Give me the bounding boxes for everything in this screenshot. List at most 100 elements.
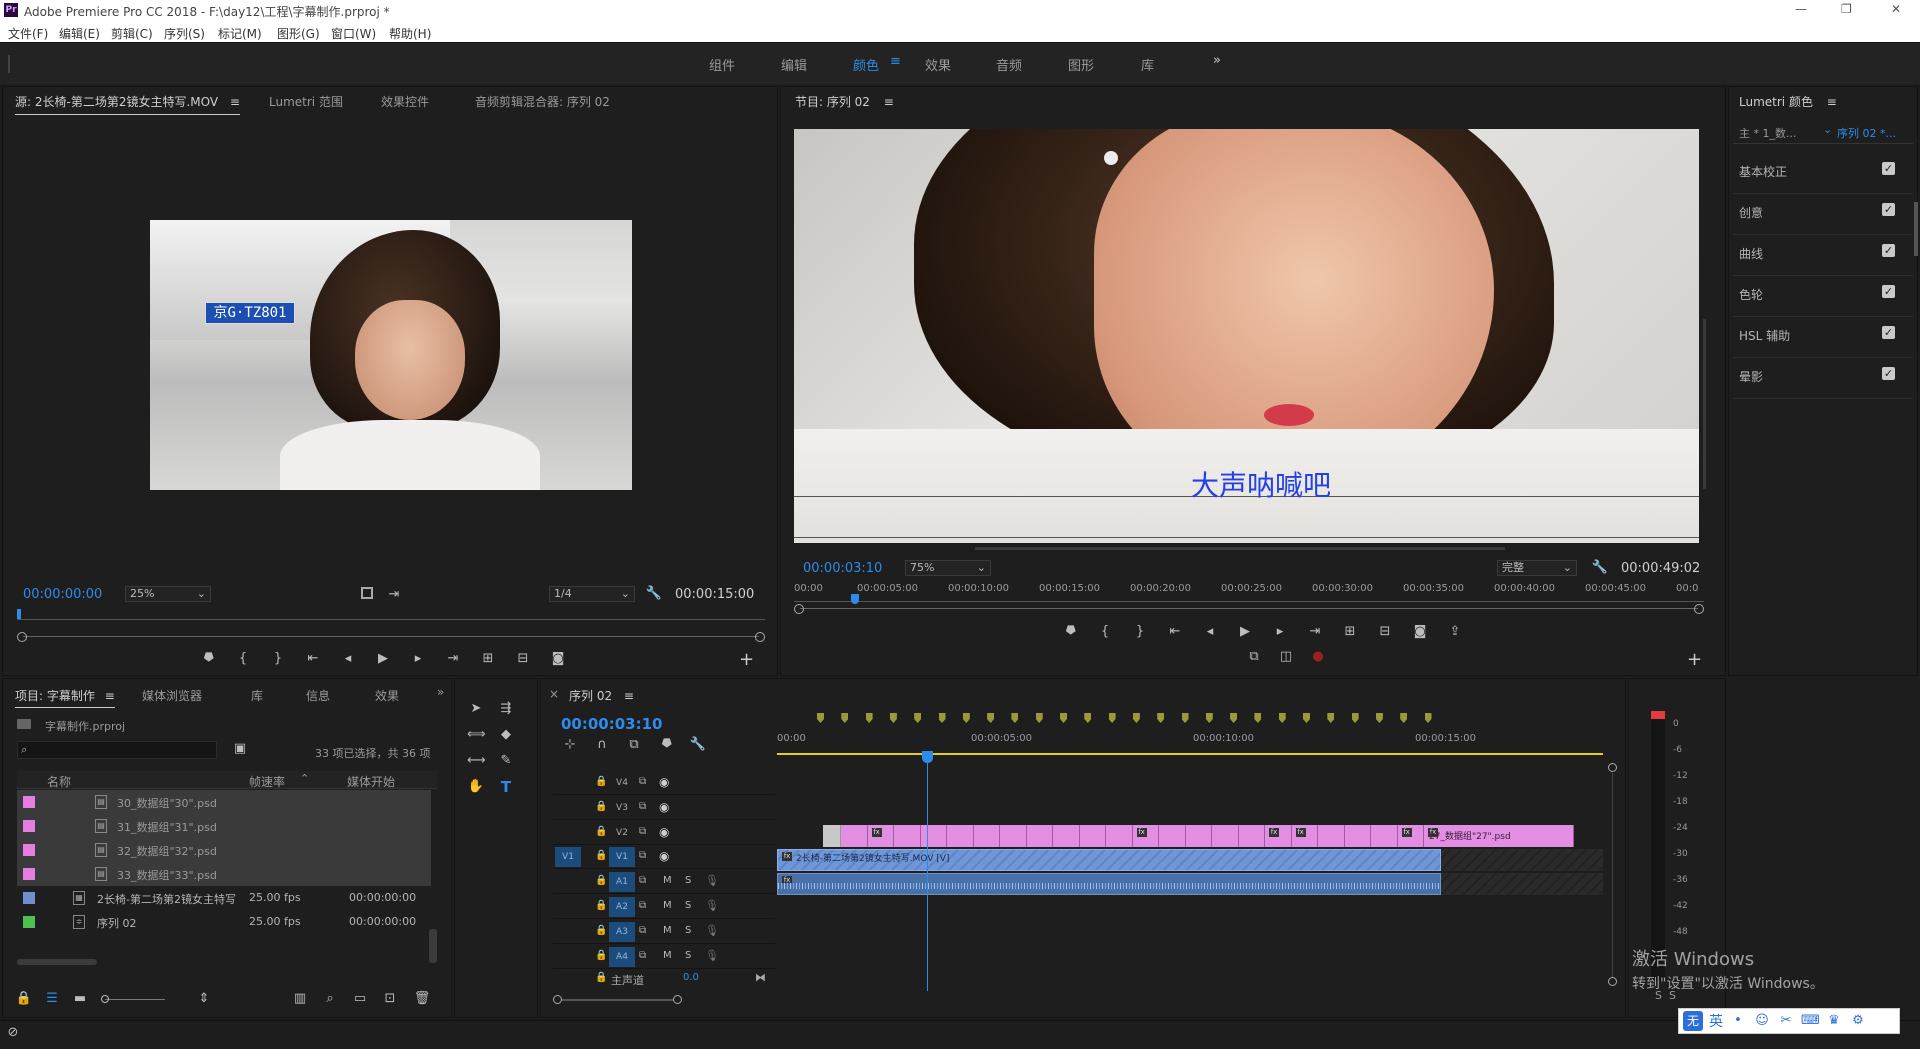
mark-out-icon[interactable]: }: [269, 651, 287, 667]
mark-in-icon[interactable]: {: [1096, 624, 1114, 640]
wrench-icon[interactable]: 🔧: [645, 586, 663, 602]
list-item[interactable]: ▤ 30_数据组"30".psd: [17, 790, 431, 814]
camera-icon[interactable]: ◙: [1411, 624, 1429, 640]
section-checkbox[interactable]: ✓: [1882, 326, 1895, 339]
thumbnail-size-slider[interactable]: [105, 999, 165, 1000]
timeline-marker[interactable]: [987, 713, 995, 723]
workspace-audio[interactable]: 音频: [996, 55, 1022, 74]
solo-button[interactable]: S: [685, 900, 691, 911]
lumetri-section[interactable]: 曲线 ✓: [1729, 235, 1919, 276]
section-checkbox[interactable]: ✓: [1882, 367, 1895, 380]
list-item[interactable]: ▤ 33_数据组"33".psd: [17, 862, 431, 886]
ime-language[interactable]: 英: [1709, 1011, 1723, 1031]
chevron-down-icon[interactable]: ⌄: [1823, 123, 1832, 136]
zoom-handle-right[interactable]: [1694, 604, 1704, 614]
tab-project[interactable]: 项目: 字幕制作 ≡: [15, 687, 115, 708]
microphone-icon[interactable]: 🎙: [705, 924, 719, 937]
mute-button[interactable]: M: [663, 875, 672, 886]
record-icon[interactable]: ●: [1309, 649, 1327, 665]
clear-icon[interactable]: 🗑: [413, 991, 431, 1007]
source-zoom-select[interactable]: 25% ⌄: [125, 586, 211, 602]
microphone-icon[interactable]: 🎙: [705, 874, 719, 887]
play-icon[interactable]: ▶: [1236, 624, 1254, 640]
source-patch-v1[interactable]: V1: [555, 847, 581, 868]
hand-tool-icon[interactable]: ✋: [467, 779, 485, 795]
eye-icon[interactable]: ◉: [659, 849, 669, 863]
lock-icon[interactable]: 🔒: [15, 991, 33, 1007]
sync-lock-icon[interactable]: ⧉: [639, 826, 646, 837]
workspace-menu-icon[interactable]: ≡: [890, 54, 901, 69]
sync-lock-icon[interactable]: ⧉: [639, 776, 646, 787]
sync-lock-icon[interactable]: ⧉: [639, 950, 646, 961]
close-tab-icon[interactable]: ×: [549, 687, 559, 701]
column-name[interactable]: 名称: [47, 773, 71, 790]
tab-effects[interactable]: 效果: [375, 687, 399, 704]
timeline-marker[interactable]: [1375, 713, 1383, 723]
v2-psd-clip[interactable]: [920, 825, 947, 847]
lock-icon[interactable]: 🔒: [595, 950, 607, 961]
camera-icon[interactable]: ◙: [549, 651, 567, 667]
timeline-marker[interactable]: [1327, 713, 1335, 723]
insert-icon[interactable]: ⊞: [479, 651, 497, 667]
label-color-swatch[interactable]: [23, 796, 35, 808]
mute-button[interactable]: M: [663, 950, 672, 961]
add-button-icon[interactable]: +: [1687, 649, 1702, 670]
menu-marker[interactable]: 标记(M): [218, 25, 262, 42]
timeline-marker[interactable]: [1424, 713, 1432, 723]
zoom-handle-left[interactable]: [553, 995, 562, 1004]
close-button[interactable]: ✕: [1891, 2, 1901, 16]
timeline-vscroll-handle[interactable]: [1608, 763, 1617, 772]
pen-tool-icon[interactable]: ✎: [497, 753, 515, 769]
menu-window[interactable]: 窗口(W): [331, 25, 376, 42]
overwrite-icon[interactable]: ⊟: [514, 651, 532, 667]
minimize-button[interactable]: —: [1795, 2, 1807, 16]
automate-to-sequence-icon[interactable]: ▥: [291, 991, 309, 1007]
v2-gray-clip[interactable]: [823, 825, 841, 847]
menu-graphics[interactable]: 图形(G): [277, 25, 320, 42]
v2-psd-clip[interactable]: [1238, 825, 1265, 847]
list-item[interactable]: ▤ 31_数据组"31".psd: [17, 814, 431, 838]
v2-psd-clip[interactable]: [1053, 825, 1080, 847]
caption-text[interactable]: 大声呐喊吧: [1191, 464, 1331, 504]
new-bin-from-search-icon[interactable]: ▣: [231, 741, 249, 757]
section-checkbox[interactable]: ✓: [1882, 285, 1895, 298]
tab-media-browser[interactable]: 媒体浏览器: [142, 687, 202, 704]
fit-icon[interactable]: [361, 587, 373, 599]
timeline-hscroll[interactable]: [553, 995, 1417, 1005]
ripple-edit-tool-icon[interactable]: ⟺: [467, 727, 486, 743]
menu-sequence[interactable]: 序列(S): [164, 25, 205, 42]
lock-icon[interactable]: 🔒: [595, 925, 607, 936]
wrench-icon[interactable]: 🔧: [1591, 560, 1609, 576]
section-checkbox[interactable]: ✓: [1882, 203, 1895, 216]
timeline-timecode[interactable]: 00:00:03:10: [561, 715, 663, 733]
label-color-swatch[interactable]: [23, 892, 35, 904]
timeline-marker[interactable]: [1230, 713, 1238, 723]
workspace-libraries[interactable]: 库: [1141, 55, 1154, 74]
ime-logo-icon[interactable]: 无: [1683, 1011, 1703, 1031]
workspace-assembly[interactable]: 组件: [709, 55, 735, 74]
linked-selection-icon[interactable]: ⧉: [625, 737, 643, 753]
timeline-ruler[interactable]: 00:00 00:00:05:00 00:00:10:00 00:00:15:00: [777, 713, 1611, 759]
split-view-icon[interactable]: ◫: [1277, 649, 1295, 665]
mark-in-icon[interactable]: {: [234, 651, 252, 667]
program-quality-select[interactable]: 完整 ⌄: [1497, 560, 1577, 576]
program-timecode[interactable]: 00:00:03:10: [803, 561, 882, 576]
step-back-icon[interactable]: ◂: [339, 651, 357, 667]
menu-edit[interactable]: 编辑(E): [59, 25, 100, 42]
compare-icon[interactable]: ⧉: [1245, 649, 1263, 665]
add-marker-icon[interactable]: ⯂: [657, 737, 675, 753]
timeline-marker[interactable]: [1108, 713, 1116, 723]
add-marker-icon[interactable]: ⯂: [199, 651, 217, 667]
sync-lock-icon[interactable]: ⧉: [639, 900, 646, 911]
scissors-icon[interactable]: ✂: [1777, 1013, 1795, 1029]
timeline-marker[interactable]: [865, 713, 873, 723]
panel-menu-icon[interactable]: ≡: [105, 689, 115, 703]
v1-clip[interactable]: fx 2长椅-第二场第2镜女主特写.MOV [V]: [777, 849, 1441, 871]
go-to-in-icon[interactable]: ⇤: [1166, 624, 1184, 640]
source-playhead[interactable]: [17, 609, 21, 619]
v2-psd-clip[interactable]: [1079, 825, 1106, 847]
track-target-a4[interactable]: A4: [609, 946, 635, 967]
sync-lock-icon[interactable]: ⧉: [639, 925, 646, 936]
go-to-out-icon[interactable]: ⇥: [1306, 624, 1324, 640]
selection-tool-icon[interactable]: ➤: [467, 701, 485, 717]
